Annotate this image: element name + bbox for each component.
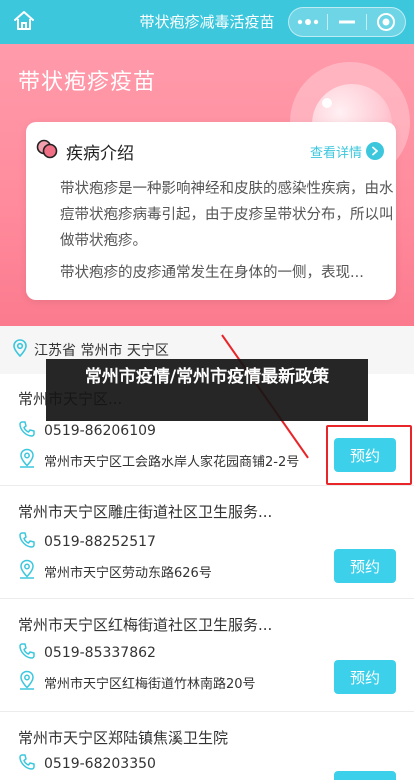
clinic-address: 常州市天宁区劳动东路626号 [44, 565, 212, 581]
clinic-name: 常州市天宁区红梅街道社区卫生服务... [18, 616, 273, 634]
book-button[interactable] [334, 771, 396, 780]
location-pin-icon [18, 448, 36, 472]
disease-intro-card: 疾病介绍 查看详情 带状疱疹是一种影响神经和皮肤的感染性疾病，由水痘带状疱疹病毒… [26, 122, 396, 300]
clinic-item: 常州市天宁区郑陆镇焦溪卫生院 0519-68203350 [0, 713, 414, 780]
clinic-phone: 0519-86206109 [44, 423, 156, 439]
mini-program-capsule [288, 7, 406, 37]
clinic-phone: 0519-88252517 [44, 534, 156, 550]
location-text: 江苏省 常州市 天宁区 [34, 343, 169, 359]
phone-icon [18, 420, 36, 442]
hero-banner: 带状疱疹疫苗 疾病介绍 查看详情 带状疱疹是一种影响神经和皮肤的感染性疾病，由水… [0, 44, 414, 326]
clinic-name: 常州市天宁区雕庄街道社区卫生服务... [18, 503, 273, 521]
clinic-phone-row[interactable]: 0519-86206109 [18, 420, 156, 442]
location-pin-icon [12, 339, 28, 361]
phone-icon [18, 753, 36, 775]
hero-decoration-dot [322, 98, 332, 108]
view-details-link[interactable]: 查看详情 [310, 138, 384, 164]
clinic-item: 常州市天宁区红梅街道社区卫生服务... 0519-85337862 常州市天宁区… [0, 600, 414, 712]
phone-icon [18, 531, 36, 553]
clinic-address: 常州市天宁区红梅街道竹林南路20号 [44, 676, 256, 692]
hero-title: 带状疱疹疫苗 [18, 70, 157, 95]
book-button[interactable]: 预约 [334, 660, 396, 694]
clinic-phone-row[interactable]: 0519-68203350 [18, 753, 156, 775]
clinic-address-row: 常州市天宁区工会路水岸人家花园商铺2-2号 [18, 448, 299, 472]
location-pin-icon [18, 559, 36, 583]
annotation-highlight-box [326, 425, 412, 485]
location-pin-icon [18, 670, 36, 694]
more-dots-icon[interactable] [289, 7, 327, 37]
intro-header: 疾病介绍 查看详情 [36, 138, 386, 164]
intro-title: 疾病介绍 [66, 143, 134, 164]
intro-paragraph-truncated: 带状疱疹的皮疹通常发生在身体的一侧，表现... [60, 265, 364, 281]
chevron-right-icon [366, 142, 384, 160]
clinic-phone: 0519-85337862 [44, 645, 156, 661]
clinic-item: 常州市天宁区雕庄街道社区卫生服务... 0519-88252517 常州市天宁区… [0, 487, 414, 599]
clinic-address-row: 常州市天宁区劳动东路626号 [18, 559, 212, 583]
disease-cells-icon [36, 139, 58, 163]
clinic-address: 常州市天宁区工会路水岸人家花园商铺2-2号 [44, 454, 300, 470]
clinic-address-row: 常州市天宁区红梅街道竹林南路20号 [18, 670, 256, 694]
clinic-phone: 0519-68203350 [44, 756, 156, 772]
headline-banner: 常州市疫情/常州市疫情最新政策 [46, 359, 368, 421]
phone-icon [18, 642, 36, 664]
intro-paragraph: 带状疱疹是一种影响神经和皮肤的感染性疾病，由水痘带状疱疹病毒引起，由于皮疹呈带状… [60, 181, 394, 249]
clinic-phone-row[interactable]: 0519-85337862 [18, 642, 156, 664]
minimize-icon[interactable] [328, 7, 366, 37]
clinic-name: 常州市天宁区郑陆镇焦溪卫生院 [18, 729, 229, 747]
top-bar: 带状疱疹减毒活疫苗 [0, 0, 414, 44]
book-button[interactable]: 预约 [334, 549, 396, 583]
close-circle-icon[interactable] [367, 7, 405, 37]
view-details-label: 查看详情 [309, 145, 362, 161]
clinic-phone-row[interactable]: 0519-88252517 [18, 531, 156, 553]
